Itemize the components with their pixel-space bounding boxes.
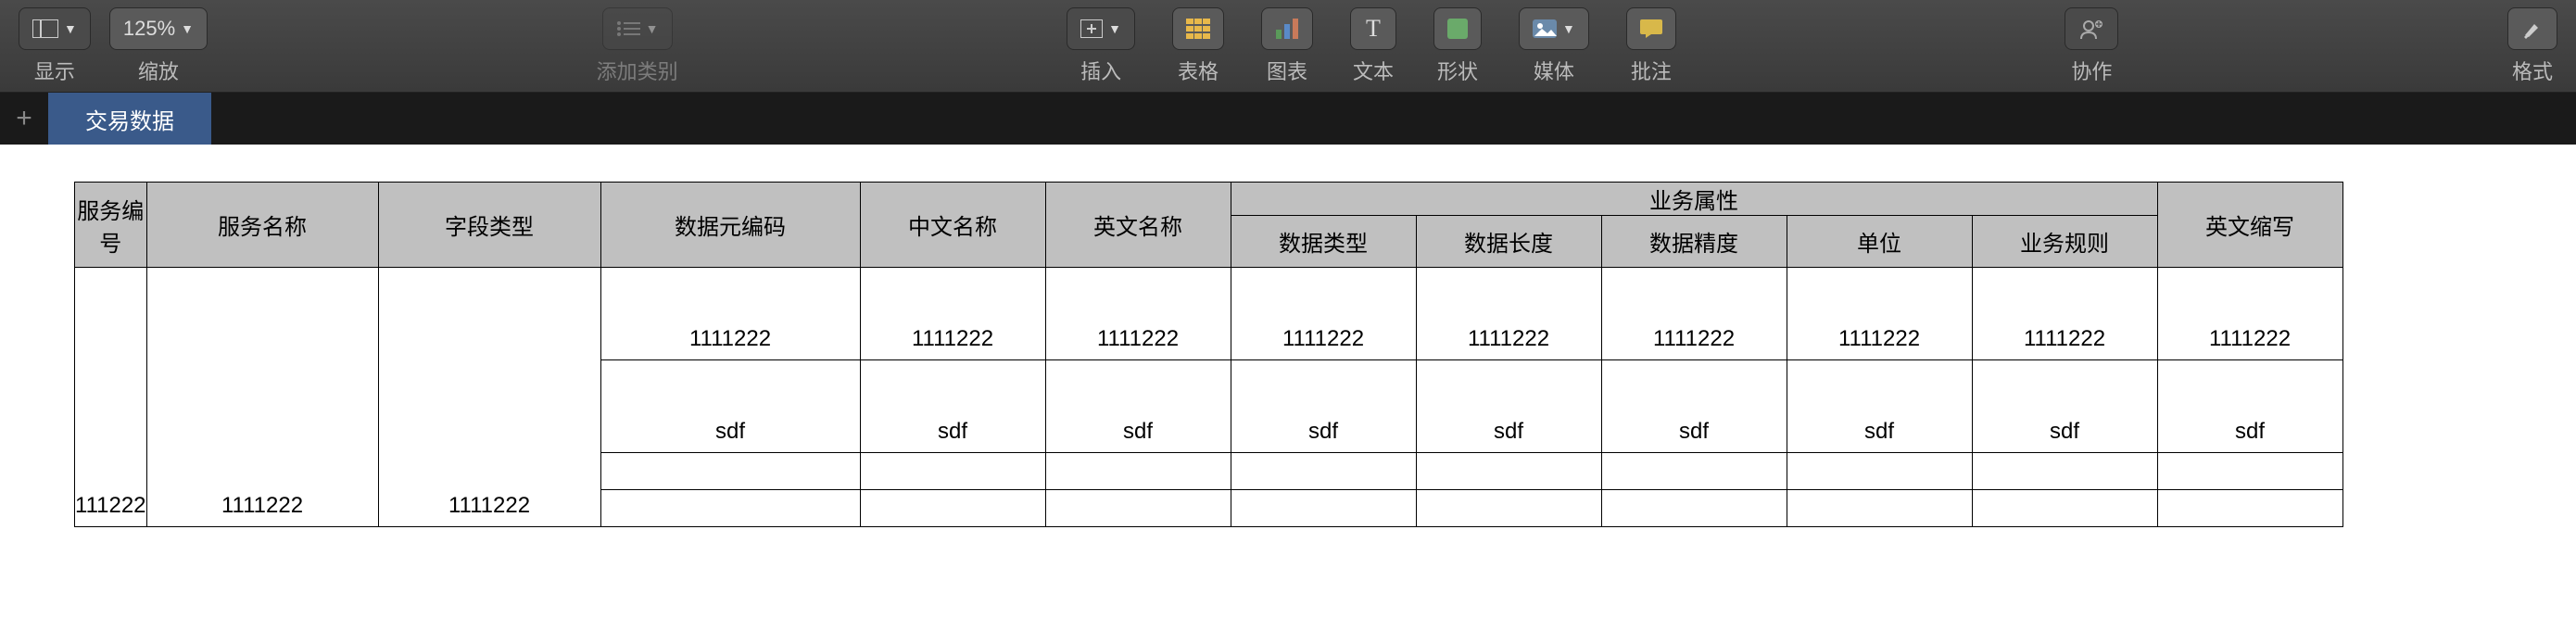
sheet-tabs: + 交易数据 <box>0 93 2576 145</box>
cell[interactable] <box>860 490 1045 527</box>
chart-icon <box>1275 19 1299 39</box>
comment-button[interactable] <box>1626 7 1676 50</box>
format-label: 格式 <box>2512 56 2553 85</box>
cell[interactable] <box>2157 453 2342 490</box>
add-category-label: 添加类别 <box>597 56 678 85</box>
cell[interactable] <box>1416 490 1601 527</box>
cell[interactable] <box>1045 490 1231 527</box>
cell[interactable]: sdf <box>1416 360 1601 453</box>
table-button[interactable] <box>1172 7 1224 50</box>
cell[interactable]: sdf <box>1045 360 1231 453</box>
cell[interactable]: 111222 <box>75 268 147 527</box>
comment-icon <box>1640 19 1662 38</box>
table-label: 表格 <box>1178 56 1219 85</box>
cell[interactable]: 1111222 <box>1972 268 2157 360</box>
brush-icon <box>2521 19 2544 39</box>
cell[interactable] <box>1416 453 1601 490</box>
col-header[interactable]: 数据元编码 <box>600 183 860 268</box>
col-header[interactable]: 英文名称 <box>1045 183 1231 268</box>
collab-button[interactable] <box>2065 7 2118 50</box>
chart-label: 图表 <box>1267 56 1307 85</box>
table-icon <box>1186 19 1210 39</box>
col-header[interactable]: 服务编号 <box>75 183 147 268</box>
cell[interactable] <box>1787 490 1972 527</box>
view-button[interactable]: ▼ <box>19 7 91 50</box>
media-icon <box>1533 19 1557 38</box>
cell[interactable] <box>600 453 860 490</box>
format-button[interactable] <box>2507 7 2557 50</box>
col-header[interactable]: 数据类型 <box>1231 216 1416 268</box>
text-button[interactable]: T <box>1350 7 1396 50</box>
col-header[interactable]: 数据长度 <box>1416 216 1601 268</box>
cell[interactable]: sdf <box>2157 360 2342 453</box>
insert-label: 插入 <box>1080 56 1121 85</box>
cell[interactable]: 1111222 <box>1787 268 1972 360</box>
insert-button[interactable]: ▼ <box>1067 7 1135 50</box>
shape-icon <box>1447 19 1468 39</box>
add-sheet-button[interactable]: + <box>0 93 48 145</box>
cell[interactable]: sdf <box>600 360 860 453</box>
cell[interactable] <box>1972 490 2157 527</box>
col-header[interactable]: 单位 <box>1787 216 1972 268</box>
panel-icon <box>32 19 58 38</box>
cell[interactable] <box>1601 490 1787 527</box>
text-icon: T <box>1366 15 1381 43</box>
cell[interactable]: 1111222 <box>860 268 1045 360</box>
cell[interactable]: sdf <box>1231 360 1416 453</box>
col-header[interactable]: 中文名称 <box>860 183 1045 268</box>
cell[interactable]: 1111222 <box>146 268 378 527</box>
cell[interactable] <box>860 453 1045 490</box>
cell[interactable]: sdf <box>860 360 1045 453</box>
col-header[interactable]: 英文缩写 <box>2157 183 2342 268</box>
cell[interactable]: sdf <box>1601 360 1787 453</box>
comment-label: 批注 <box>1631 56 1672 85</box>
chevron-down-icon: ▼ <box>646 21 659 36</box>
cell[interactable]: 1111222 <box>600 268 860 360</box>
list-icon <box>616 20 640 37</box>
insert-icon <box>1080 19 1103 38</box>
chevron-down-icon: ▼ <box>64 21 77 36</box>
cell[interactable] <box>600 490 860 527</box>
cell[interactable]: 1111222 <box>378 268 600 527</box>
media-button[interactable]: ▼ <box>1519 7 1589 50</box>
media-label: 媒体 <box>1534 56 1574 85</box>
zoom-label: 缩放 <box>138 56 179 85</box>
chevron-down-icon: ▼ <box>181 21 194 36</box>
zoom-value: 125% <box>123 17 175 41</box>
col-header[interactable]: 服务名称 <box>146 183 378 268</box>
col-group-header[interactable]: 业务属性 <box>1231 183 2157 216</box>
collab-icon <box>2078 19 2104 39</box>
cell[interactable] <box>1231 453 1416 490</box>
text-label: 文本 <box>1353 56 1394 85</box>
cell[interactable]: 1111222 <box>2157 268 2342 360</box>
cell[interactable]: sdf <box>1972 360 2157 453</box>
cell[interactable]: 1111222 <box>1231 268 1416 360</box>
cell[interactable]: 1111222 <box>1601 268 1787 360</box>
cell[interactable]: 1111222 <box>1416 268 1601 360</box>
collab-label: 协作 <box>2071 56 2112 85</box>
sheet-tab-active[interactable]: 交易数据 <box>48 93 211 145</box>
chevron-down-icon: ▼ <box>1108 21 1121 36</box>
add-category-button[interactable]: ▼ <box>602 7 673 50</box>
cell[interactable] <box>1972 453 2157 490</box>
cell[interactable]: sdf <box>1787 360 1972 453</box>
col-header[interactable]: 业务规则 <box>1972 216 2157 268</box>
col-header[interactable]: 数据精度 <box>1601 216 1787 268</box>
chart-button[interactable] <box>1261 7 1313 50</box>
cell[interactable] <box>1231 490 1416 527</box>
col-header[interactable]: 字段类型 <box>378 183 600 268</box>
spreadsheet-canvas[interactable]: 服务编号 服务名称 字段类型 数据元编码 中文名称 英文名称 业务属性 英文缩写… <box>0 145 2576 527</box>
cell[interactable] <box>1601 453 1787 490</box>
shape-label: 形状 <box>1437 56 1478 85</box>
zoom-button[interactable]: 125% ▼ <box>109 7 208 50</box>
cell[interactable] <box>2157 490 2342 527</box>
cell[interactable] <box>1787 453 1972 490</box>
toolbar: ▼ 显示 125% ▼ 缩放 ▼ 添加类别 ▼ 插入 表格 <box>0 0 2576 93</box>
cell[interactable] <box>1045 453 1231 490</box>
cell[interactable]: 1111222 <box>1045 268 1231 360</box>
shape-button[interactable] <box>1433 7 1482 50</box>
chevron-down-icon: ▼ <box>1562 21 1575 36</box>
data-table[interactable]: 服务编号 服务名称 字段类型 数据元编码 中文名称 英文名称 业务属性 英文缩写… <box>74 182 2343 527</box>
view-label: 显示 <box>34 56 75 85</box>
